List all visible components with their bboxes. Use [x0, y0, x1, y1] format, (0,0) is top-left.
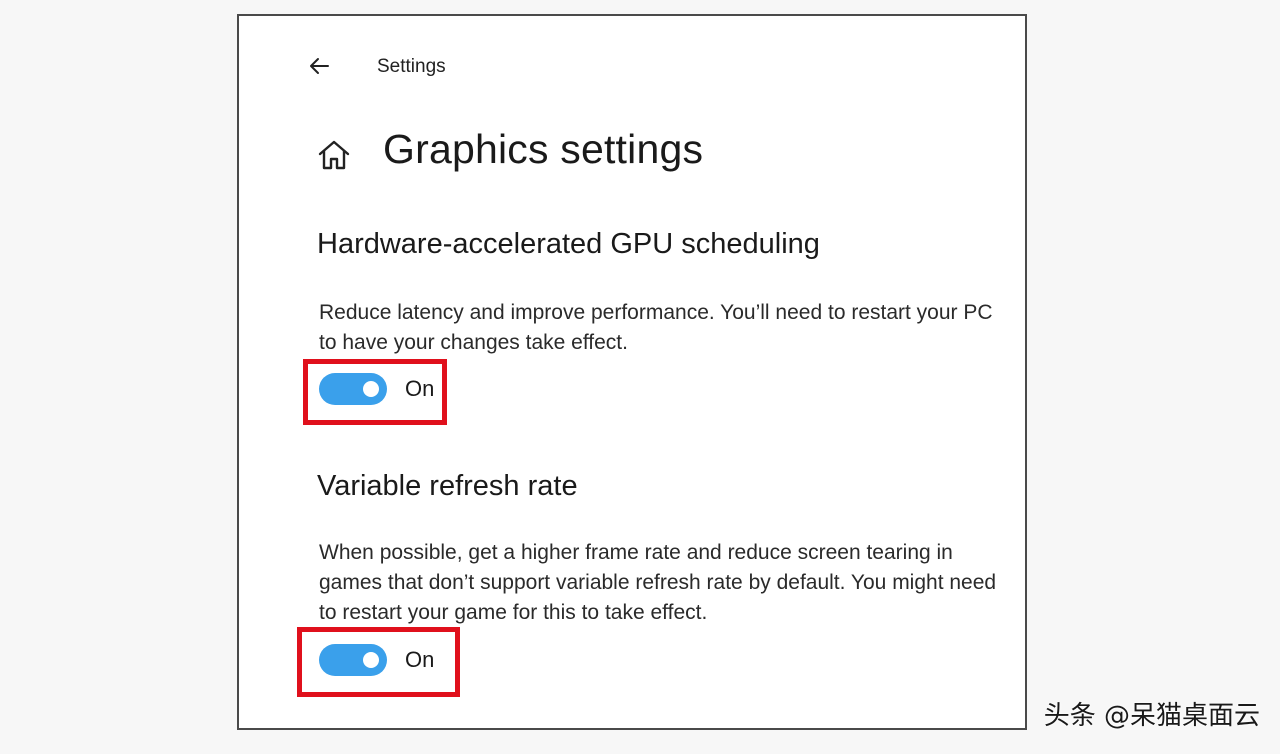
gpu-scheduling-description: Reduce latency and improve performance. …	[319, 301, 993, 354]
arrow-left-icon	[310, 58, 329, 74]
gpu-scheduling-heading: Hardware-accelerated GPU scheduling	[317, 228, 820, 260]
variable-refresh-heading: Variable refresh rate	[317, 470, 578, 502]
app-title: Settings	[377, 56, 446, 77]
page-title: Graphics settings	[383, 126, 704, 172]
back-button[interactable]	[303, 50, 335, 82]
highlight-box-refresh-toggle	[297, 627, 460, 697]
highlight-box-gpu-toggle	[303, 359, 447, 425]
settings-window: Settings Graphics settings Hardware-acce…	[237, 14, 1027, 730]
title-bar: Settings	[239, 16, 1025, 116]
home-icon-glyph	[318, 140, 350, 170]
home-icon[interactable]	[317, 138, 351, 172]
watermark: 头条 @呆猫桌面云	[1043, 701, 1260, 731]
variable-refresh-description: When possible, get a higher frame rate a…	[319, 541, 997, 624]
